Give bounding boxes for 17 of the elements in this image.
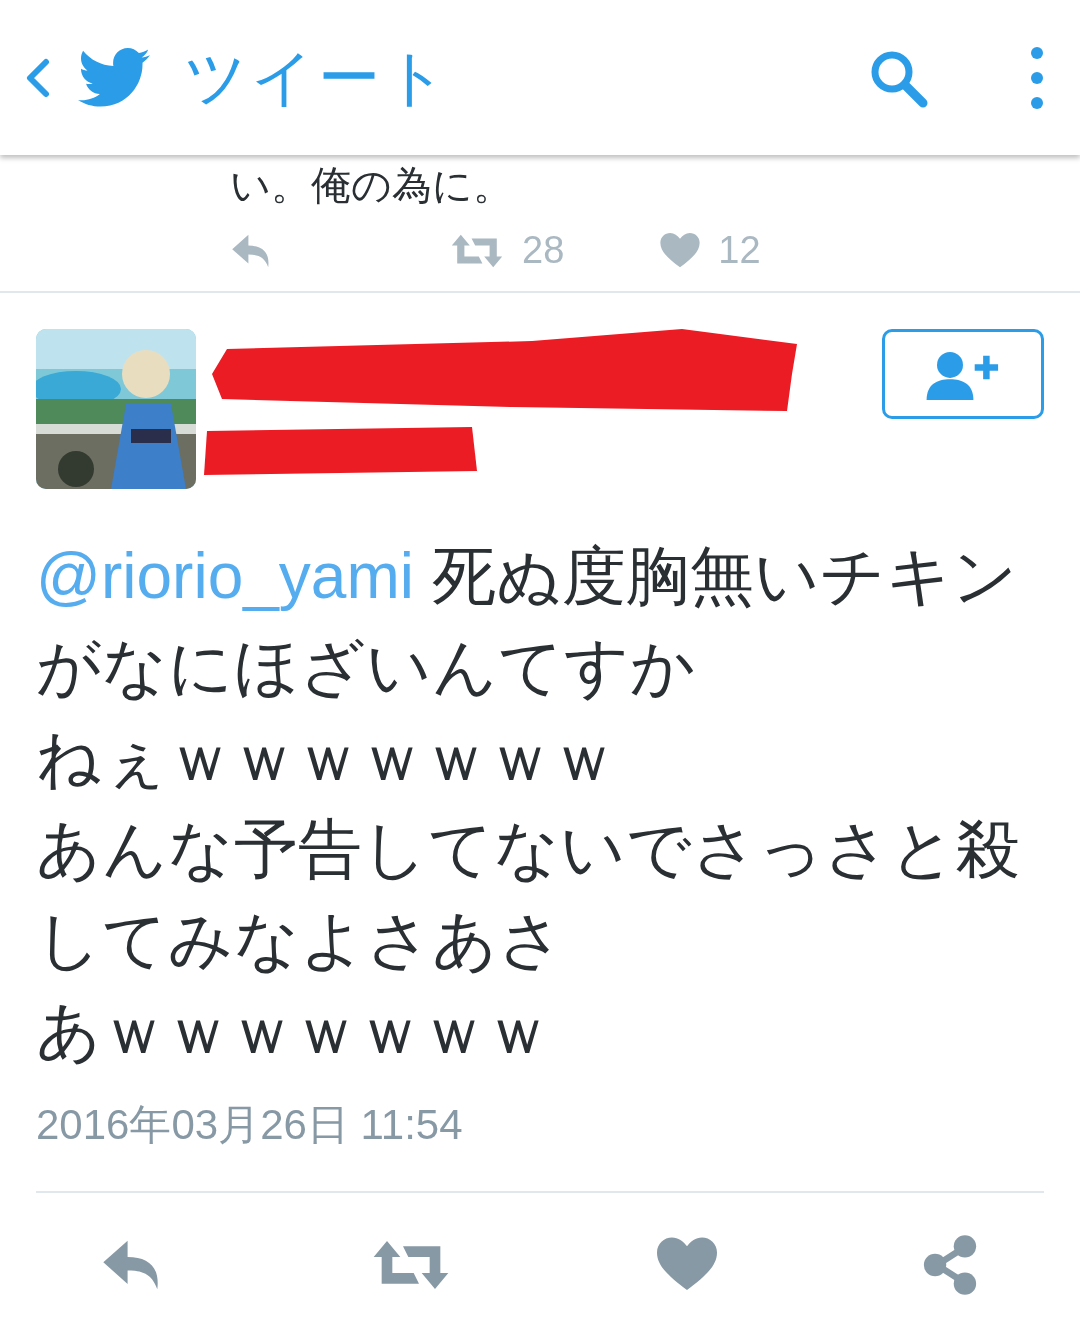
tweet-text: あｗｗｗｗｗｗｗ <box>36 993 551 1070</box>
bird-logo-icon <box>78 47 150 108</box>
tweet-text: ねぇｗｗｗｗｗｗｗ <box>36 720 617 797</box>
tweet-text: い。俺の為に。 <box>230 163 514 207</box>
tweet-text: あんな予告してないでさっさと殺してみなよさあさ <box>36 811 1021 979</box>
tweet-text: @riorio_yami 死ぬ度胸無いチキンがなにほざいんてすか <box>36 538 1019 706</box>
retweet-icon[interactable] <box>450 232 504 269</box>
retweet-count: 28 <box>522 229 565 272</box>
follow-button[interactable] <box>882 329 1044 419</box>
header-title: ツイート <box>184 39 451 116</box>
like-count: 12 <box>718 229 761 272</box>
share-icon[interactable] <box>922 1235 978 1295</box>
heart-icon[interactable] <box>656 1237 717 1293</box>
more-options-icon[interactable] <box>1030 45 1044 110</box>
heart-icon[interactable] <box>660 232 701 269</box>
mention-link[interactable]: @riorio_yami <box>36 540 414 612</box>
tweet-timestamp: 2016年03月26日 11:54 <box>36 1100 464 1150</box>
